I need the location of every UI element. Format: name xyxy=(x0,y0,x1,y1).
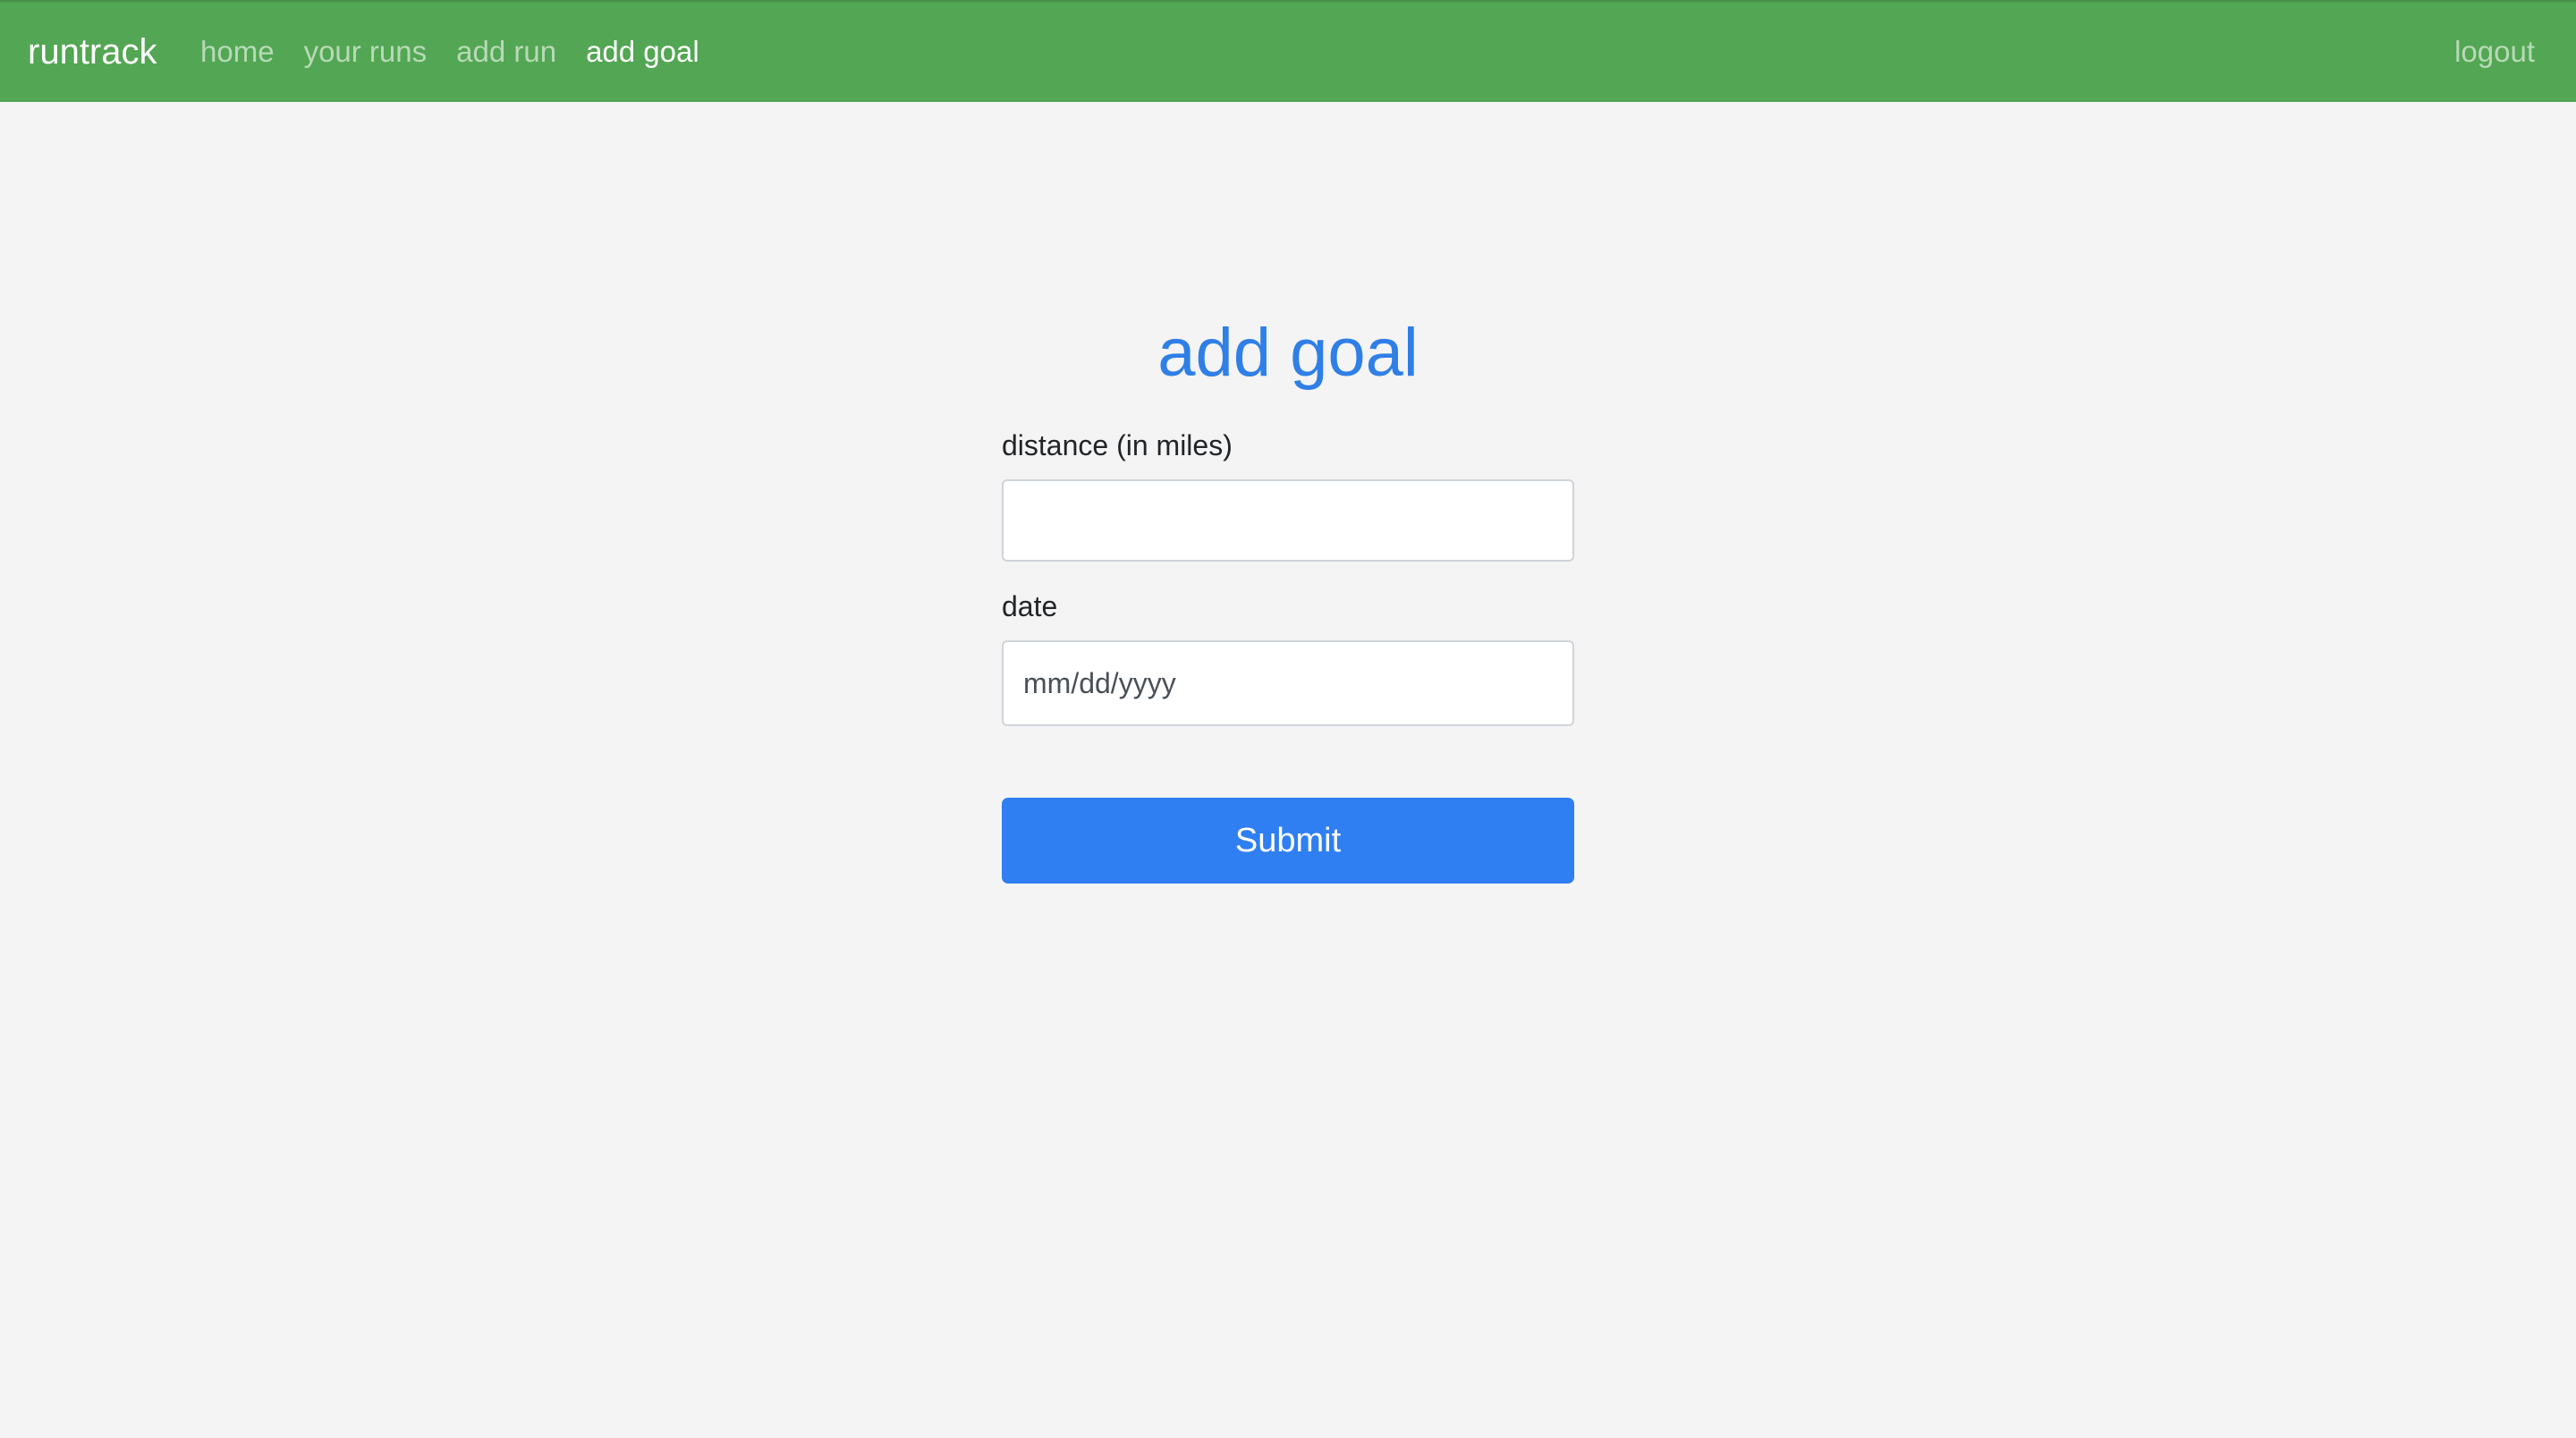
page-title: add goal xyxy=(1157,315,1419,391)
brand-logo-link[interactable]: runtrack xyxy=(28,2,157,102)
nav-link-home[interactable]: home xyxy=(200,2,275,102)
nav-link-your-runs[interactable]: your runs xyxy=(304,2,428,102)
date-label: date xyxy=(1002,590,1058,622)
nav-link-add-goal[interactable]: add goal xyxy=(586,2,699,102)
distance-input[interactable] xyxy=(1002,479,1574,562)
distance-label: distance (in miles) xyxy=(1002,429,1233,461)
logout-link[interactable]: logout xyxy=(2454,2,2535,102)
nav-link-add-run[interactable]: add run xyxy=(456,2,556,102)
nav-links: home your runs add run add goal xyxy=(200,2,729,102)
add-goal-form: add goal distance (in miles) date Submit xyxy=(1002,304,1574,884)
date-input[interactable] xyxy=(1002,640,1574,726)
top-navbar: runtrack home your runs add run add goal… xyxy=(0,0,2576,102)
submit-button[interactable]: Submit xyxy=(1002,798,1574,884)
